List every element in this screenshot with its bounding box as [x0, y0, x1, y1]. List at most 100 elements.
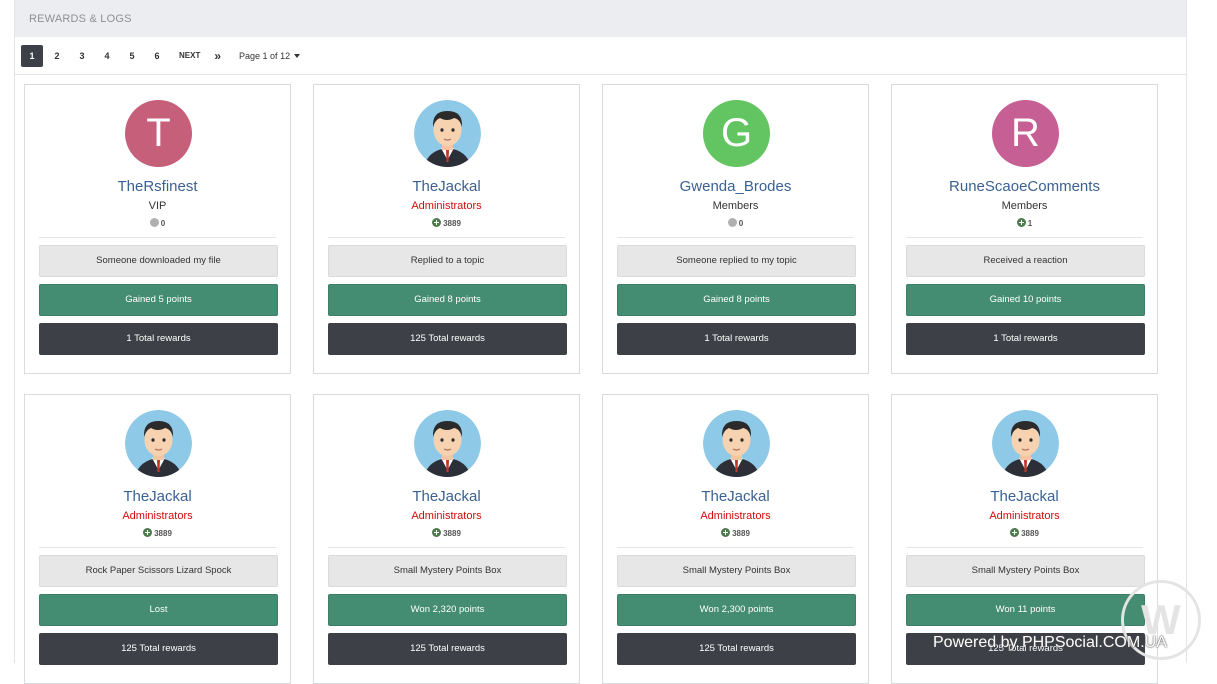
plus-circle-icon — [1016, 218, 1026, 227]
reward-result: Gained 8 points — [617, 284, 856, 316]
user-group: Members — [712, 200, 759, 212]
user-face-icon — [703, 410, 770, 477]
neutral-points-icon — [149, 218, 159, 227]
reward-event: Someone replied to my topic — [617, 245, 856, 277]
page-2-button[interactable]: 2 — [46, 45, 68, 67]
user-face-icon — [414, 100, 481, 167]
user-group: Administrators — [411, 510, 482, 522]
reward-card: TheJackal Administrators 3889 Small Myst… — [602, 394, 869, 684]
pagination: 1 2 3 4 5 6 NEXT » Page 1 of 12 — [15, 37, 1186, 75]
username-link[interactable]: TheRsfinest — [25, 178, 290, 195]
reward-event: Rock Paper Scissors Lizard Spock — [39, 555, 278, 587]
plus-circle-icon — [432, 218, 442, 227]
panel-title: REWARDS & LOGS — [15, 0, 1186, 37]
user-points: 0 — [603, 218, 868, 228]
total-rewards: 125 Total rewards — [328, 323, 567, 355]
username-link[interactable]: TheJackal — [314, 488, 579, 505]
plus-circle-icon — [721, 528, 731, 537]
caret-down-icon — [294, 53, 301, 58]
total-rewards: 1 Total rewards — [617, 323, 856, 355]
reward-event: Small Mystery Points Box — [328, 555, 567, 587]
points-value: 3889 — [154, 529, 172, 538]
reward-result: Gained 5 points — [39, 284, 278, 316]
user-group: VIP — [148, 200, 167, 212]
reward-result: Gained 8 points — [328, 284, 567, 316]
reward-event: Small Mystery Points Box — [906, 555, 1145, 587]
page-info-text: Page 1 of 12 — [239, 50, 291, 61]
reward-card: TheJackal Administrators 3889 Small Myst… — [313, 394, 580, 684]
user-points: 3889 — [314, 218, 579, 228]
user-group: Members — [1001, 200, 1048, 212]
page-5-button[interactable]: 5 — [121, 45, 143, 67]
plus-circle-icon — [1010, 528, 1020, 537]
reward-card: G Gwenda_Brodes Members 0 Someone replie… — [602, 84, 869, 374]
total-rewards: 1 Total rewards — [906, 323, 1145, 355]
points-value: 0 — [738, 219, 744, 228]
avatar[interactable] — [992, 410, 1059, 477]
divider — [328, 547, 565, 548]
divider — [39, 237, 276, 238]
user-points: 3889 — [25, 528, 290, 538]
last-page-button[interactable]: » — [208, 49, 227, 63]
divider — [328, 237, 565, 238]
page-1-button[interactable]: 1 — [21, 44, 43, 67]
reward-result: Lost — [39, 594, 278, 626]
user-face-icon — [992, 410, 1059, 477]
avatar[interactable] — [414, 100, 481, 167]
divider — [617, 547, 854, 548]
username-link[interactable]: Gwenda_Brodes — [603, 178, 868, 195]
reward-card: TheJackal Administrators 3889 Replied to… — [313, 84, 580, 374]
user-points: 3889 — [603, 528, 868, 538]
neutral-points-icon — [727, 218, 737, 227]
page-4-button[interactable]: 4 — [96, 45, 118, 67]
reward-event: Received a reaction — [906, 245, 1145, 277]
reward-result: Won 2,320 points — [328, 594, 567, 626]
page-jump-dropdown[interactable]: Page 1 of 12 — [239, 50, 301, 61]
points-value: 0 — [160, 219, 166, 228]
powered-by-text: Powered by PHPSocial.COM.UA — [933, 634, 1167, 651]
avatar[interactable]: T — [125, 100, 192, 167]
points-value: 3889 — [443, 529, 461, 538]
user-points: 0 — [25, 218, 290, 228]
points-value: 3889 — [732, 529, 750, 538]
reward-card: TheJackal Administrators 3889 Rock Paper… — [24, 394, 291, 684]
divider — [39, 547, 276, 548]
next-page-button[interactable]: NEXT — [171, 51, 208, 60]
username-link[interactable]: TheJackal — [25, 488, 290, 505]
total-rewards: 125 Total rewards — [328, 633, 567, 665]
reward-event: Replied to a topic — [328, 245, 567, 277]
reward-result: Won 11 points — [906, 594, 1145, 626]
user-group: Administrators — [122, 510, 193, 522]
avatar[interactable]: G — [703, 100, 770, 167]
total-rewards: 125 Total rewards — [617, 633, 856, 665]
reward-event: Small Mystery Points Box — [617, 555, 856, 587]
points-value: 1 — [1027, 219, 1033, 228]
avatar[interactable]: R — [992, 100, 1059, 167]
page-6-button[interactable]: 6 — [146, 45, 168, 67]
avatar[interactable] — [703, 410, 770, 477]
username-link[interactable]: RuneScaoeComments — [892, 178, 1157, 195]
page-3-button[interactable]: 3 — [71, 45, 93, 67]
plus-circle-icon — [143, 528, 153, 537]
divider — [906, 547, 1143, 548]
divider — [906, 237, 1143, 238]
user-points: 3889 — [314, 528, 579, 538]
reward-card: R RuneScaoeComments Members 1 Received a… — [891, 84, 1158, 374]
user-group: Administrators — [411, 200, 482, 212]
username-link[interactable]: TheJackal — [603, 488, 868, 505]
avatar[interactable] — [414, 410, 481, 477]
username-link[interactable]: TheJackal — [314, 178, 579, 195]
reward-card: T TheRsfinest VIP 0 Someone downloaded m… — [24, 84, 291, 374]
plus-circle-icon — [432, 528, 442, 537]
user-group: Administrators — [700, 510, 771, 522]
user-points: 3889 — [892, 528, 1157, 538]
avatar[interactable] — [125, 410, 192, 477]
reward-result: Gained 10 points — [906, 284, 1145, 316]
reward-result: Won 2,300 points — [617, 594, 856, 626]
points-value: 3889 — [1021, 529, 1039, 538]
username-link[interactable]: TheJackal — [892, 488, 1157, 505]
user-face-icon — [125, 410, 192, 477]
reward-event: Someone downloaded my file — [39, 245, 278, 277]
user-points: 1 — [892, 218, 1157, 228]
divider — [617, 237, 854, 238]
